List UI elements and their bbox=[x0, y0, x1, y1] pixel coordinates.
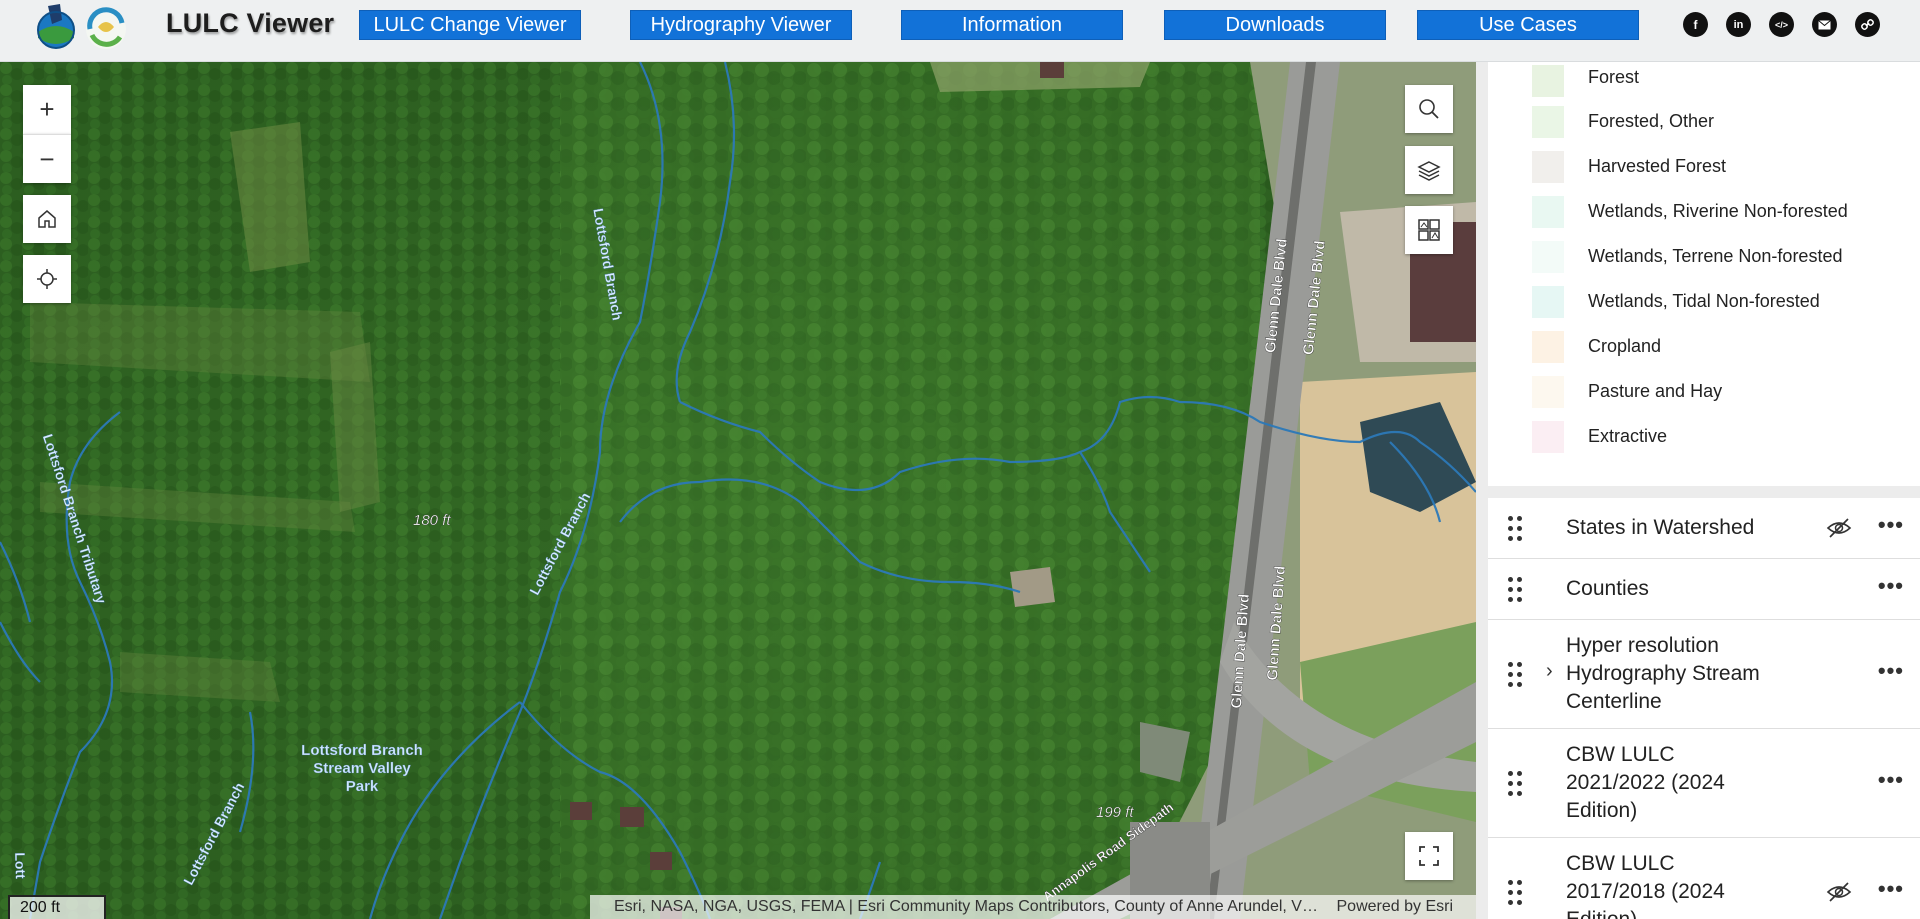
layer-options-button[interactable]: ••• bbox=[1878, 767, 1904, 793]
home-button[interactable] bbox=[23, 195, 71, 243]
layer-name: CBW LULC 2017/2018 (2024 Edition) bbox=[1566, 852, 1725, 919]
legend-swatch bbox=[1532, 376, 1564, 408]
basemap-gallery-button[interactable] bbox=[1405, 206, 1453, 254]
legend-swatch bbox=[1532, 106, 1564, 138]
drag-handle-icon[interactable] bbox=[1508, 516, 1524, 542]
home-icon bbox=[38, 210, 56, 228]
app-header: LULC Viewer LULC Change Viewer Hydrograp… bbox=[0, 0, 1920, 62]
nav-information-button[interactable]: Information bbox=[901, 10, 1123, 40]
layer-options-button[interactable]: ••• bbox=[1878, 573, 1904, 599]
layer-name: Counties bbox=[1566, 577, 1649, 600]
zoom-in-button[interactable]: + bbox=[23, 85, 71, 134]
expand-chevron-icon[interactable]: › bbox=[1546, 660, 1553, 683]
legend-swatch bbox=[1532, 151, 1564, 183]
visibility-off-icon[interactable] bbox=[1826, 515, 1852, 541]
legend-label: Pasture and Hay bbox=[1588, 381, 1723, 401]
nav-use-cases-button[interactable]: Use Cases bbox=[1417, 10, 1639, 40]
layer-item[interactable]: CBW LULC 2021/2022 (2024 Edition) ••• bbox=[1488, 729, 1920, 838]
nav-lulc-change-viewer-button[interactable]: LULC Change Viewer bbox=[359, 10, 581, 40]
legend-label: Forest bbox=[1588, 67, 1640, 87]
drag-handle-icon[interactable] bbox=[1508, 662, 1524, 688]
drag-handle-icon[interactable] bbox=[1508, 771, 1524, 797]
powered-by-esri-link[interactable]: Powered by Esri bbox=[1325, 895, 1477, 919]
legend-label: Cropland bbox=[1588, 336, 1662, 356]
linkedin-icon[interactable]: in bbox=[1726, 12, 1751, 37]
link-icon[interactable] bbox=[1855, 12, 1880, 37]
layers-button[interactable] bbox=[1405, 146, 1453, 194]
app-logo-icon bbox=[37, 4, 75, 49]
layer-name: CBW LULC 2021/2022 (2024 Edition) bbox=[1566, 743, 1725, 822]
legend-label: Forested, Other bbox=[1588, 111, 1715, 131]
app-title: LULC Viewer bbox=[166, 8, 335, 38]
nav-hydrography-viewer-button[interactable]: Hydrography Viewer bbox=[630, 10, 852, 40]
elevation-label: 199 ft bbox=[1096, 804, 1134, 821]
nav-downloads-button[interactable]: Downloads bbox=[1164, 10, 1386, 40]
locate-icon bbox=[37, 269, 57, 289]
legend-label: Wetlands, Tidal Non-forested bbox=[1588, 291, 1820, 311]
zoom-in-icon: + bbox=[39, 94, 55, 124]
legend-swatch bbox=[1532, 286, 1564, 318]
embed-code-icon[interactable]: </> bbox=[1769, 12, 1794, 37]
facebook-icon[interactable]: f bbox=[1683, 12, 1708, 37]
park-label: Lottsford Branch Stream Valley Park bbox=[301, 742, 423, 795]
drag-handle-icon[interactable] bbox=[1508, 880, 1524, 906]
legend-swatch bbox=[1532, 421, 1564, 453]
fullscreen-icon bbox=[1419, 846, 1439, 866]
layer-item[interactable]: Counties ••• bbox=[1488, 559, 1920, 620]
satellite-imagery bbox=[0, 62, 1476, 919]
legend-label: Wetlands, Terrene Non-forested bbox=[1588, 246, 1843, 266]
stream-label: Lott bbox=[12, 852, 29, 879]
layer-list-panel: Forest Forested, Other Harvested Forest … bbox=[1476, 62, 1920, 919]
legend-swatch bbox=[1532, 331, 1564, 363]
layers-icon bbox=[1417, 161, 1441, 181]
scale-bar: 200 ft bbox=[8, 895, 106, 919]
layer-item[interactable]: States in Watershed ••• bbox=[1488, 498, 1920, 559]
legend-label: Harvested Forest bbox=[1588, 156, 1727, 176]
layer-name: States in Watershed bbox=[1566, 516, 1755, 539]
layer-list: States in Watershed ••• Counties ••• › H… bbox=[1488, 498, 1920, 919]
layer-options-button[interactable]: ••• bbox=[1878, 512, 1904, 538]
locate-button[interactable] bbox=[23, 255, 71, 303]
search-icon bbox=[1419, 99, 1439, 119]
drag-handle-icon[interactable] bbox=[1508, 577, 1524, 603]
layer-item[interactable]: CBW LULC 2017/2018 (2024 Edition) ••• bbox=[1488, 838, 1920, 919]
legend: Forest Forested, Other Harvested Forest … bbox=[1488, 62, 1920, 486]
layer-item[interactable]: › Hyper resolution Hydrography Stream Ce… bbox=[1488, 620, 1920, 729]
fullscreen-button[interactable] bbox=[1405, 832, 1453, 880]
legend-swatch bbox=[1532, 241, 1564, 273]
legend-swatch bbox=[1532, 196, 1564, 228]
layer-options-button[interactable]: ••• bbox=[1878, 876, 1904, 902]
layer-name: Hyper resolution Hydrography Stream Cent… bbox=[1566, 634, 1760, 713]
zoom-out-icon: − bbox=[39, 143, 55, 174]
basemap-gallery-icon bbox=[1418, 219, 1440, 241]
zoom-out-button[interactable]: − bbox=[23, 134, 71, 183]
attribution-text[interactable]: Esri, NASA, NGA, USGS, FEMA | Esri Commu… bbox=[614, 895, 1325, 919]
layer-options-button[interactable]: ••• bbox=[1878, 658, 1904, 684]
elevation-label: 180 ft bbox=[413, 512, 451, 529]
legend-label: Wetlands, Riverine Non-forested bbox=[1588, 201, 1848, 221]
legend-swatch bbox=[1532, 65, 1564, 97]
partner-logo-icon bbox=[86, 7, 126, 49]
legend-label: Extractive bbox=[1588, 426, 1668, 446]
map-view[interactable]: Lottsford Branch Lottsford Branch Lottsf… bbox=[0, 62, 1476, 919]
email-icon[interactable] bbox=[1812, 12, 1837, 37]
visibility-off-icon[interactable] bbox=[1826, 879, 1852, 905]
map-attribution: Esri, NASA, NGA, USGS, FEMA | Esri Commu… bbox=[590, 895, 1476, 919]
search-button[interactable] bbox=[1405, 85, 1453, 133]
